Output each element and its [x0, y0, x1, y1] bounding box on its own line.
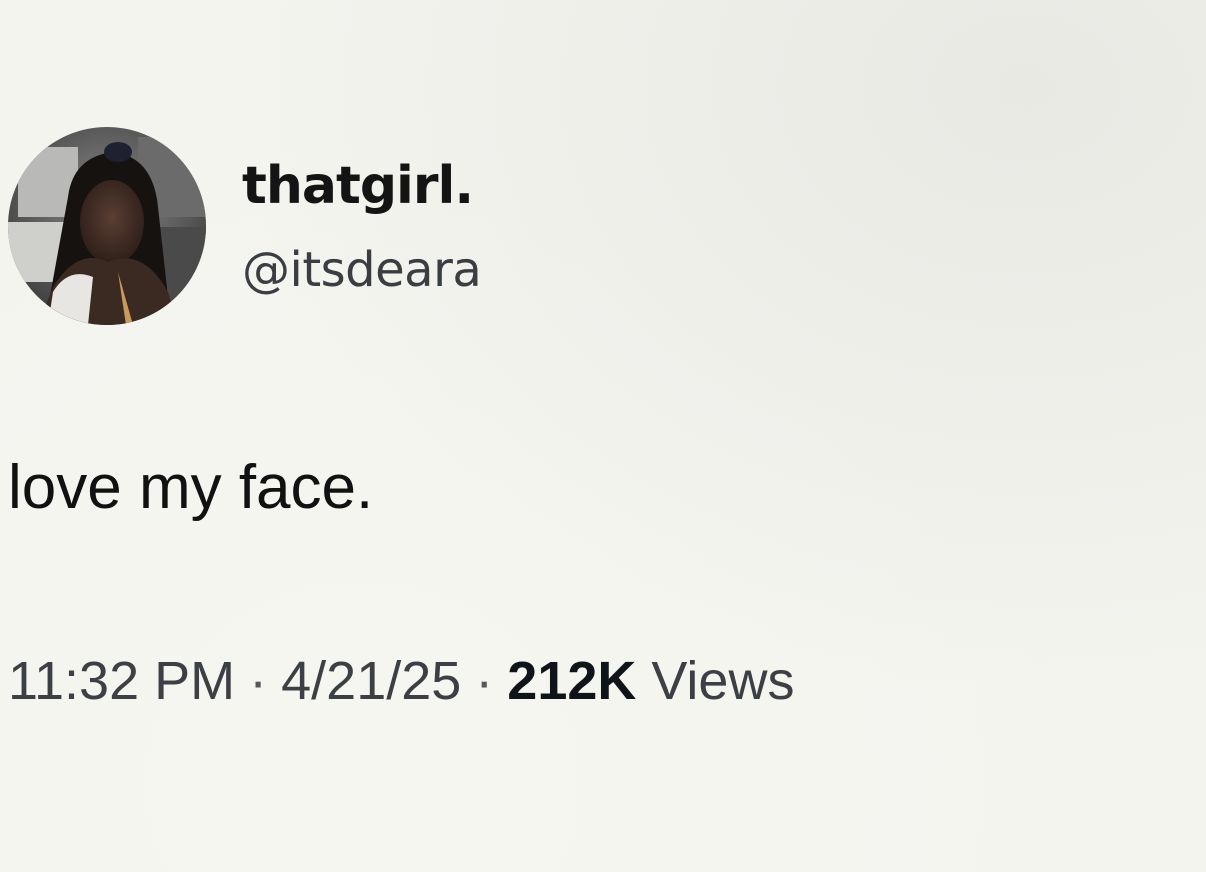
tweet-card: thatgirl. @itsdeara love my face. 11:32 … — [0, 0, 1206, 872]
user-handle[interactable]: @itsdeara — [242, 238, 482, 302]
views-label: Views — [651, 651, 795, 711]
tweet-time[interactable]: 11:32 PM — [8, 651, 235, 711]
tweet-text: love my face. — [8, 453, 374, 522]
avatar-photo — [8, 127, 206, 325]
avatar[interactable] — [8, 127, 206, 325]
views-count: 212K — [507, 651, 637, 711]
tweet-meta: 11:32 PM · 4/21/25 · 212K Views — [8, 645, 794, 717]
meta-separator: · — [249, 651, 268, 711]
display-name[interactable]: thatgirl. — [242, 150, 474, 222]
meta-separator: · — [475, 651, 494, 711]
tweet-date[interactable]: 4/21/25 — [281, 651, 461, 711]
